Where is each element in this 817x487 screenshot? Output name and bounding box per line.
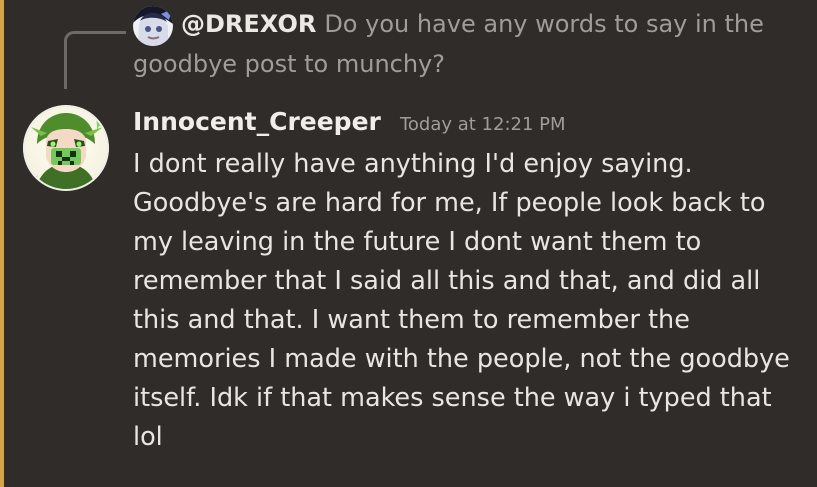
message-author[interactable]: Innocent_Creeper [133, 107, 381, 136]
reply-author[interactable]: @DREXOR [181, 10, 316, 38]
chat-message: @DREXOR Do you have any words to say in t… [0, 0, 817, 487]
message-header: Innocent_Creeper Today at 12:21 PM [133, 100, 566, 144]
replied-message-preview[interactable]: @DREXOR Do you have any words to say in t… [133, 4, 793, 84]
creeper-avatar-icon[interactable] [23, 105, 109, 191]
message-content: I dont really have anything I'd enjoy sa… [133, 149, 790, 452]
message-timestamp[interactable]: Today at 12:21 PM [400, 114, 566, 135]
reply-connector [64, 31, 126, 89]
